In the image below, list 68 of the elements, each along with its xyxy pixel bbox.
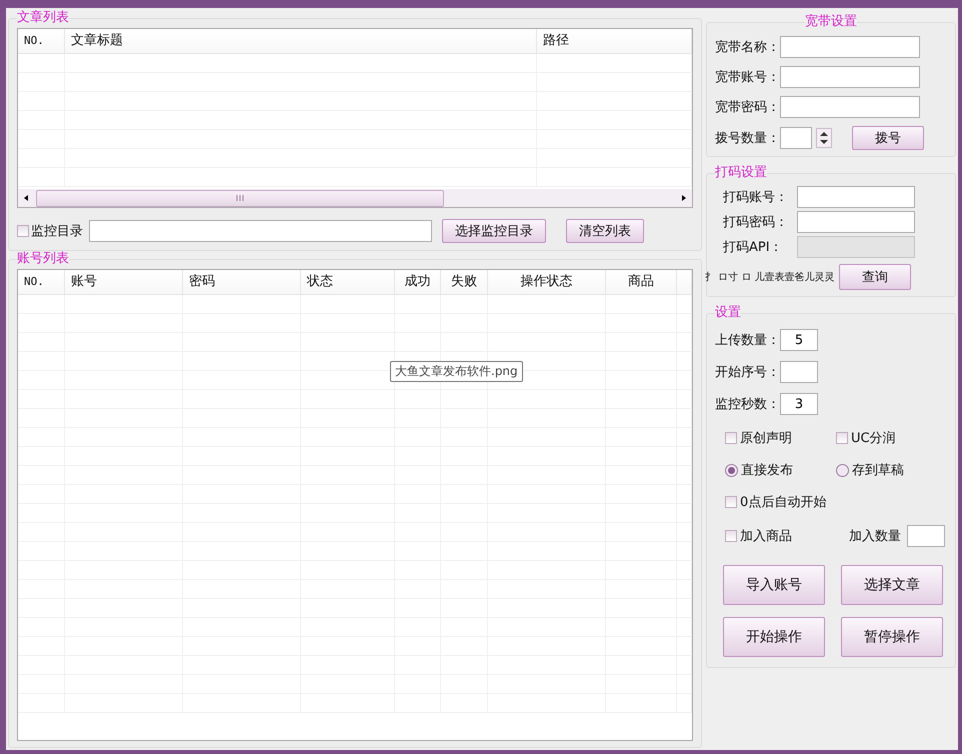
text-field[interactable] [780, 96, 920, 118]
number-field[interactable] [780, 127, 812, 149]
checkbox-label: 0点后自动开始 [740, 494, 826, 511]
column-header[interactable]: NO. [18, 29, 65, 53]
checkbox[interactable] [725, 530, 737, 542]
checkbox[interactable] [725, 496, 737, 508]
text-field[interactable] [797, 211, 915, 233]
action-button[interactable]: 暂停操作 [841, 617, 943, 657]
balance-text: 扌 ロ寸 ロ 儿壹表壹爸儿灵灵 [705, 270, 836, 284]
select-folder-button[interactable]: 选择监控目录 [442, 219, 546, 243]
field-label: 加入数量 [849, 528, 901, 545]
field-label: 上传数量： [715, 332, 780, 349]
column-header[interactable]: 成功 [395, 270, 441, 294]
column-header[interactable]: 商品 [606, 270, 677, 294]
dial-button[interactable]: 拨号 [852, 126, 924, 150]
left-arrow-icon[interactable] [22, 194, 30, 202]
field-label: 打码API： [723, 239, 784, 256]
tooltip: 大鱼文章发布软件.png [390, 361, 523, 382]
query-button[interactable]: 查询 [839, 264, 911, 290]
horizontal-scrollbar[interactable] [18, 189, 692, 207]
monitor-checkbox[interactable] [17, 225, 29, 237]
action-button[interactable]: 选择文章 [841, 565, 943, 605]
clear-list-button[interactable]: 清空列表 [566, 219, 644, 243]
column-header[interactable]: 失败 [441, 270, 488, 294]
action-button[interactable]: 开始操作 [723, 617, 825, 657]
field-label: 打码密码： [723, 214, 789, 231]
group-title: 文章列表 [17, 10, 69, 26]
checkbox-label: 加入商品 [740, 528, 792, 545]
checkbox-label: 监控目录 [31, 223, 83, 240]
checkbox[interactable] [836, 432, 848, 444]
radio-label: 直接发布 [741, 462, 793, 479]
number-field[interactable] [907, 525, 945, 547]
number-field[interactable]: 3 [780, 393, 818, 415]
field-label: 监控秒数： [715, 396, 780, 413]
column-header[interactable]: 路径 [537, 29, 692, 53]
grip-icon [236, 194, 244, 202]
right-arrow-icon[interactable] [680, 194, 688, 202]
field-label: 宽带名称： [715, 39, 780, 56]
text-field[interactable] [780, 66, 920, 88]
text-field[interactable] [797, 186, 915, 208]
radio-button[interactable] [725, 464, 738, 476]
checkbox-label: 原创声明 [740, 430, 792, 447]
group-title: 设置 [715, 305, 741, 321]
group-title: 账号列表 [17, 251, 69, 267]
group-title: 宽带设置 [805, 14, 857, 30]
field-label: 宽带账号： [715, 69, 780, 86]
column-header[interactable]: 账号 [65, 270, 183, 294]
monitor-folder-field[interactable] [89, 220, 432, 242]
column-header[interactable]: 密码 [183, 270, 301, 294]
action-button[interactable]: 导入账号 [723, 565, 825, 605]
number-field[interactable] [780, 361, 818, 383]
field-label: 打码账号： [723, 189, 789, 206]
field-label: 拨号数量： [715, 130, 780, 147]
spinner-icon[interactable] [816, 128, 832, 148]
column-header[interactable]: 操作状态 [488, 270, 606, 294]
scrollbar-thumb[interactable] [36, 190, 444, 206]
column-header[interactable]: NO. [18, 270, 65, 294]
field-label: 开始序号： [715, 364, 780, 381]
radio-button[interactable] [836, 464, 849, 476]
number-field[interactable]: 5 [780, 329, 818, 351]
column-header[interactable]: 文章标题 [65, 29, 537, 53]
checkbox-label: UC分润 [851, 430, 896, 447]
field-label: 宽带密码： [715, 99, 780, 116]
group-title: 打码设置 [715, 165, 767, 181]
column-header[interactable]: 状态 [301, 270, 395, 294]
checkbox[interactable] [725, 432, 737, 444]
radio-label: 存到草稿 [852, 462, 904, 479]
text-field[interactable] [780, 36, 920, 58]
